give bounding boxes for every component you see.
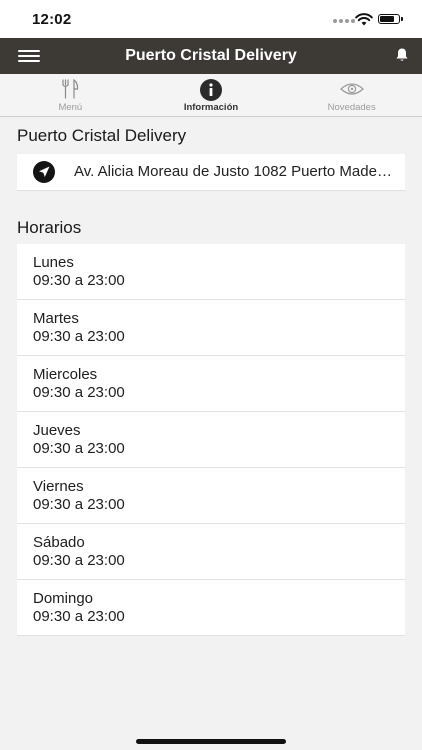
hours-list: Lunes 09:30 a 23:00 Martes 09:30 a 23:00 Mie… <box>17 244 405 636</box>
day-hours: 09:30 a 23:00 <box>33 552 125 569</box>
status-bar: 12:02 <box>0 0 422 38</box>
day-name: Sábado <box>33 534 85 551</box>
hours-row: Martes 09:30 a 23:00 <box>17 300 405 356</box>
day-hours: 09:30 a 23:00 <box>33 440 125 457</box>
fork-knife-icon <box>62 78 79 99</box>
tab-bar: Menú Información Novedades <box>0 74 422 117</box>
day-hours: 09:30 a 23:00 <box>33 328 125 345</box>
day-name: Jueves <box>33 422 81 439</box>
day-hours: 09:30 a 23:00 <box>33 608 125 625</box>
app-title: Puerto Cristal Delivery <box>125 47 297 64</box>
tab-label-novedades: Novedades <box>327 102 376 113</box>
eye-icon <box>339 83 364 95</box>
day-hours: 09:30 a 23:00 <box>33 384 125 401</box>
address-row[interactable]: Av. Alicia Moreau de Justo 1082 Puerto M… <box>17 154 405 191</box>
address-text: Av. Alicia Moreau de Justo 1082 Puerto M… <box>74 163 392 180</box>
day-name: Lunes <box>33 254 74 271</box>
hours-row: Miercoles 09:30 a 23:00 <box>17 356 405 412</box>
day-name: Martes <box>33 310 79 327</box>
bell-icon[interactable] <box>394 47 410 63</box>
app-bar: Puerto Cristal Delivery <box>0 38 422 74</box>
day-hours: 09:30 a 23:00 <box>33 496 125 513</box>
day-hours: 09:30 a 23:00 <box>33 272 125 289</box>
hamburger-menu-icon[interactable] <box>18 48 40 64</box>
info-icon <box>200 79 222 101</box>
day-name: Miercoles <box>33 366 98 383</box>
tab-informacion[interactable]: Información <box>141 74 282 116</box>
hours-row: Viernes 09:30 a 23:00 <box>17 468 405 524</box>
battery-level <box>380 16 395 22</box>
tab-menu[interactable]: Menú <box>0 74 141 116</box>
restaurant-name: Puerto Cristal Delivery <box>17 126 187 145</box>
hours-row: Sábado 09:30 a 23:00 <box>17 524 405 580</box>
status-time: 12:02 <box>32 11 72 28</box>
day-name: Domingo <box>33 590 94 607</box>
tab-label-menu: Menú <box>58 102 83 113</box>
hours-row: Domingo 09:30 a 23:00 <box>17 580 405 636</box>
navigation-arrow-icon <box>33 161 55 183</box>
hours-row: Lunes 09:30 a 23:00 <box>17 244 405 300</box>
tab-novedades[interactable]: Novedades <box>281 74 422 116</box>
wifi-icon <box>355 13 373 26</box>
day-name: Viernes <box>33 478 84 495</box>
hours-row: Jueves 09:30 a 23:00 <box>17 412 405 468</box>
tab-label-informacion: Información <box>183 102 239 113</box>
battery-icon <box>378 14 403 24</box>
cellular-signal-icon <box>333 19 355 23</box>
hours-title: Horarios <box>17 218 82 237</box>
home-indicator <box>136 739 286 744</box>
